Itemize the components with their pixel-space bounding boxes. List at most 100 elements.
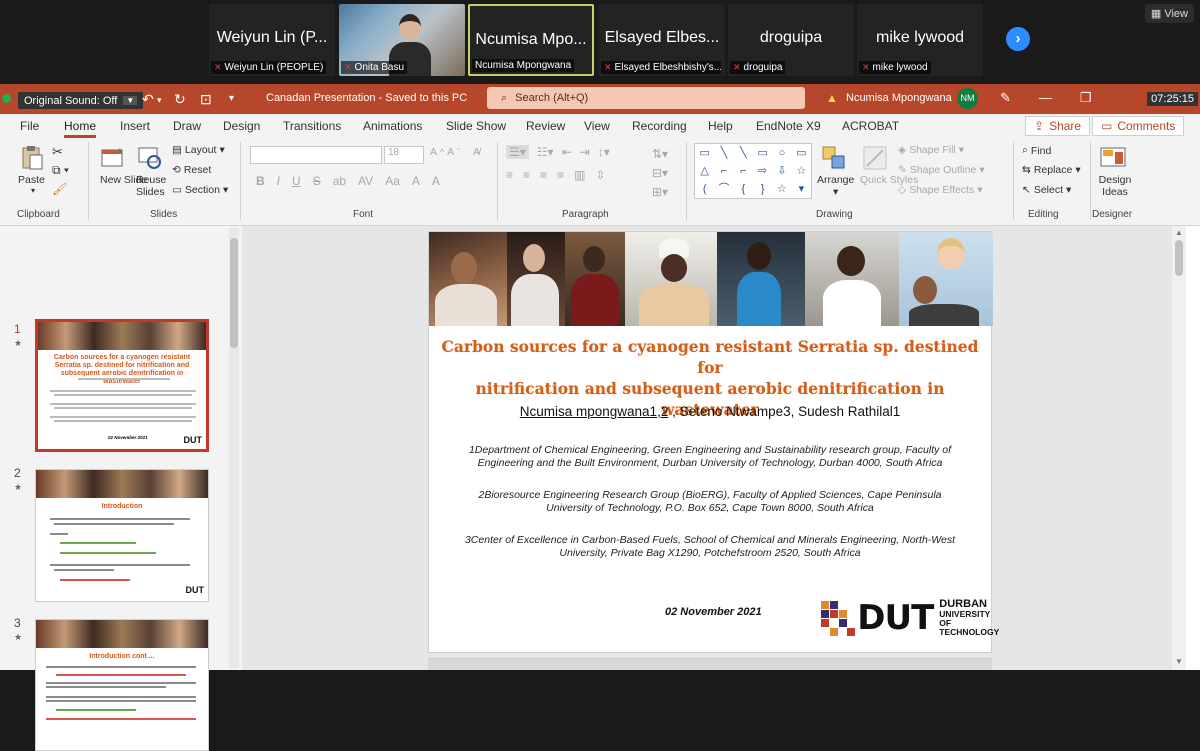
find-button[interactable]: ⌕ Find bbox=[1022, 144, 1051, 157]
scroll-up-icon[interactable]: ▲ bbox=[1175, 228, 1183, 237]
tab-help[interactable]: Help bbox=[708, 119, 733, 133]
tab-design[interactable]: Design bbox=[223, 119, 260, 133]
share-button[interactable]: ⇪ Share bbox=[1025, 116, 1091, 136]
tab-file[interactable]: File bbox=[20, 119, 39, 133]
tab-home[interactable]: Home bbox=[64, 119, 97, 138]
design-ideas-button[interactable]: Design Ideas bbox=[1098, 174, 1132, 198]
participant-label: ✕ Elsayed Elbeshbishy's... bbox=[601, 61, 721, 74]
tab-review[interactable]: Review bbox=[526, 119, 565, 133]
slide-number: 2 bbox=[14, 466, 21, 480]
tab-insert[interactable]: Insert bbox=[120, 119, 150, 133]
slide-editing-canvas: Carbon sources for a cyanogen resistant … bbox=[242, 226, 1172, 670]
meeting-timer: 07:25:15 bbox=[1147, 92, 1198, 106]
minimize-icon[interactable]: — bbox=[1039, 90, 1052, 106]
cut-icon[interactable]: ✂ bbox=[52, 144, 63, 160]
slide-thumbnail-2[interactable]: Introduction DUT bbox=[35, 469, 209, 602]
copy-icon[interactable]: ⧉ ▾ bbox=[52, 163, 69, 178]
font-family-select[interactable] bbox=[250, 146, 382, 164]
tab-draw[interactable]: Draw bbox=[173, 119, 201, 133]
presenter-icon[interactable]: ⊡ bbox=[200, 91, 212, 108]
slide-thumbnail-3[interactable]: Introduction cont.... bbox=[35, 619, 209, 751]
tab-endnote[interactable]: EndNote X9 bbox=[756, 119, 821, 133]
effects-icon: ◇ bbox=[898, 184, 907, 196]
shape-outline-button[interactable]: ✎ Shape Outline ▾ bbox=[898, 164, 985, 176]
chevron-down-icon[interactable]: ▾ bbox=[157, 95, 162, 106]
new-slide-icon[interactable]: + bbox=[99, 144, 127, 172]
mic-muted-icon: ✕ bbox=[604, 62, 612, 72]
tab-transitions[interactable]: Transitions bbox=[283, 119, 341, 133]
slide-thumbnail-1[interactable]: Carbon sources for a cyanogen resistant … bbox=[35, 319, 209, 452]
paste-button[interactable]: Paste bbox=[18, 174, 45, 186]
undo-icon[interactable]: ↶ bbox=[142, 91, 154, 108]
next-participants-arrow-icon[interactable]: › bbox=[1006, 27, 1030, 51]
document-title: Canadan Presentation - Saved to this PC bbox=[266, 92, 468, 104]
select-button[interactable]: ↖ Select ▾ bbox=[1022, 184, 1071, 196]
thumbnails-scrollbar[interactable] bbox=[229, 228, 239, 668]
layout-button[interactable]: ▤ Layout ▾ bbox=[172, 144, 225, 156]
participant-tile[interactable]: Elsayed Elbes... ✕ Elsayed Elbeshbishy's.… bbox=[599, 4, 725, 76]
tab-slide-show[interactable]: Slide Show bbox=[446, 119, 506, 133]
reuse-slides-icon[interactable] bbox=[136, 144, 164, 172]
slide-scrollbar[interactable]: ▲ ▼ bbox=[1172, 226, 1186, 670]
search-icon: ⌕ bbox=[501, 91, 508, 104]
participant-label: ✕ droguipa bbox=[730, 61, 786, 74]
arrange-icon[interactable] bbox=[820, 144, 848, 172]
chevron-down-icon[interactable]: ▼ bbox=[123, 96, 138, 105]
view-button[interactable]: ▦ View bbox=[1144, 4, 1194, 23]
replace-button[interactable]: ⇆ Replace ▾ bbox=[1022, 164, 1081, 176]
reuse-slides-button[interactable]: Reuse Slides bbox=[136, 174, 166, 198]
design-ideas-icon[interactable] bbox=[1099, 144, 1127, 172]
format-painter-icon[interactable]: 🖌 bbox=[52, 182, 67, 196]
mic-muted-icon: ✕ bbox=[862, 62, 870, 72]
affiliation-3[interactable]: 3Center of Excellence in Carbon-Based Fu… bbox=[449, 534, 971, 560]
tab-view[interactable]: View bbox=[584, 119, 610, 133]
tab-recording[interactable]: Recording bbox=[632, 119, 687, 133]
text-direction-icons[interactable]: ⇅▾ ⊟▾ ⊞▾ bbox=[652, 145, 668, 202]
redo-icon[interactable]: ↻ bbox=[174, 91, 186, 108]
shape-fill-button[interactable]: ◈ Shape Fill ▾ bbox=[898, 144, 964, 156]
chevron-down-icon[interactable]: ▾ bbox=[31, 186, 35, 195]
warning-icon[interactable]: ▲ bbox=[826, 91, 838, 105]
scroll-down-icon[interactable]: ▼ bbox=[1175, 657, 1183, 666]
participant-tile[interactable]: mike lywood ✕ mike lywood bbox=[857, 4, 983, 76]
quick-styles-icon[interactable] bbox=[861, 144, 889, 172]
participant-video-tile[interactable]: ✕ Onita Basu bbox=[339, 4, 465, 76]
notes-pane-divider[interactable] bbox=[428, 658, 992, 670]
section-button[interactable]: ▭ Section ▾ bbox=[172, 184, 228, 196]
list-buttons[interactable]: ☰▾ ☷▾ ⇤ ⇥ ↕▾ bbox=[506, 145, 610, 159]
original-sound-toggle[interactable]: Original Sound: Off ▼ bbox=[18, 92, 144, 109]
participant-tile-active-speaker[interactable]: Ncumisa Mpo... Ncumisa Mpongwana bbox=[468, 4, 594, 76]
participant-tile[interactable]: Weiyun Lin (P... ✕ Weiyun Lin (PEOPLE) bbox=[209, 4, 335, 76]
avatar[interactable]: NM bbox=[957, 88, 978, 109]
arrange-button[interactable]: Arrange ▾ bbox=[817, 174, 854, 198]
tab-acrobat[interactable]: ACROBAT bbox=[842, 119, 899, 133]
font-size-select[interactable]: 18 bbox=[384, 146, 424, 164]
shapes-gallery[interactable]: ▭ ╲ ╲ ▭ ○ ▭ △ ⌐ ⌐ ⇨ ⇩ ☆ (⌒{} ☆ ▾ bbox=[694, 143, 812, 199]
animation-star-icon: ★ bbox=[14, 338, 23, 348]
affiliation-2[interactable]: 2Bioresource Engineering Research Group … bbox=[469, 489, 951, 515]
slide-number: 1 bbox=[14, 322, 21, 336]
restore-icon[interactable]: ❐ bbox=[1080, 90, 1092, 106]
tab-animations[interactable]: Animations bbox=[363, 119, 422, 133]
paste-icon[interactable] bbox=[18, 144, 46, 172]
current-slide[interactable]: Carbon sources for a cyanogen resistant … bbox=[428, 231, 999, 653]
font-format-buttons[interactable]: B I U Sab AV Aa A A bbox=[256, 174, 440, 188]
search-icon: ⌕ bbox=[1022, 144, 1028, 156]
participant-tile[interactable]: droguipa ✕ droguipa bbox=[728, 4, 854, 76]
presentation-date[interactable]: 02 November 2021 bbox=[665, 606, 762, 618]
customize-toolbar-icon[interactable]: ▾ bbox=[229, 93, 234, 104]
pen-icon[interactable]: ✎ bbox=[1000, 90, 1011, 106]
shape-effects-button[interactable]: ◇ Shape Effects ▾ bbox=[898, 184, 983, 196]
section-icon: ▭ bbox=[172, 184, 182, 196]
search-input[interactable]: ⌕ Search (Alt+Q) bbox=[487, 87, 805, 109]
font-size-adjust[interactable]: A ^ Aˇ bbox=[430, 146, 460, 158]
slide-thumbnails-panel: 1 ★ Carbon sources for a cyanogen resist… bbox=[0, 226, 242, 751]
comments-button[interactable]: ▭ Comments bbox=[1092, 116, 1185, 136]
align-buttons[interactable]: ≡ ≡ ≡ ≡ ▥ ⇳ bbox=[506, 168, 605, 182]
affiliation-1[interactable]: 1Department of Chemical Engineering, Gre… bbox=[449, 444, 971, 470]
clear-format-icon[interactable]: A̸ bbox=[473, 146, 480, 158]
slide-authors[interactable]: Ncumisa mpongwana1,2 , Seteno Ntwampe3, … bbox=[429, 404, 991, 419]
reset-button[interactable]: ⟲ Reset bbox=[172, 164, 211, 176]
zoom-participant-strip: Weiyun Lin (P... ✕ Weiyun Lin (PEOPLE) ✕ O… bbox=[0, 0, 1200, 82]
animation-star-icon: ★ bbox=[14, 482, 23, 492]
